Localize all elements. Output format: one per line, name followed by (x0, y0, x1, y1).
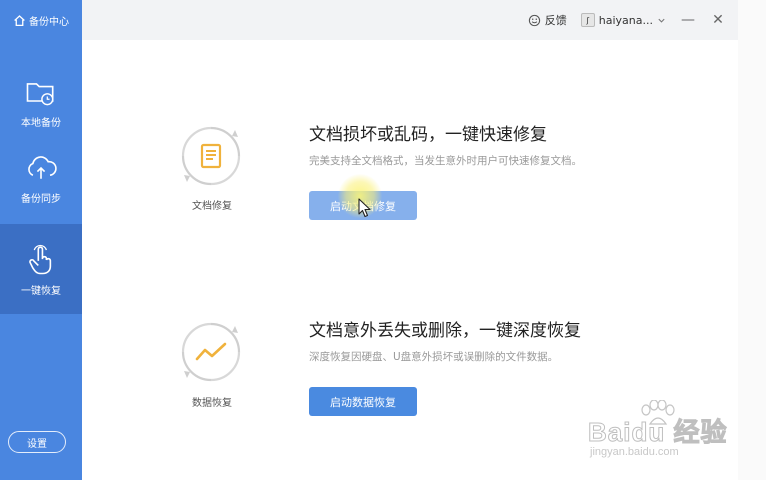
settings-button[interactable]: 设置 (8, 431, 66, 453)
sidebar-item-backup-sync[interactable]: 备份同步 (0, 132, 82, 222)
document-repair-title: 文档损坏或乱码，一键快速修复 (309, 125, 547, 145)
watermark: Baidu 经验 jingyan.baidu.com (586, 400, 736, 464)
document-icon (200, 143, 222, 169)
feedback-button[interactable]: 反馈 (528, 12, 567, 28)
data-recovery-label: 数据恢复 (192, 398, 232, 409)
sidebar-item-label: 备份同步 (21, 193, 61, 205)
sidebar: 备份中心 本地备份 备份同步 一键恢复 设置 (0, 0, 82, 480)
document-repair-description: 完美支持全文档格式，当发生意外时用户可快速修复文档。 (309, 155, 582, 167)
trend-line-icon (195, 342, 227, 361)
title-bar: 反馈 ʃ haiyana... — ✕ (82, 0, 738, 40)
feedback-icon (528, 14, 540, 26)
user-menu[interactable]: ʃ haiyana... (580, 13, 666, 27)
avatar: ʃ (580, 13, 595, 27)
home-icon (14, 14, 25, 26)
folder-clock-icon (26, 82, 54, 105)
sidebar-item-label: 一键恢复 (21, 285, 61, 297)
cloud-upload-icon (28, 155, 57, 179)
sidebar-brand: 备份中心 (0, 0, 82, 40)
feedback-label: 反馈 (544, 14, 567, 27)
start-document-repair-button[interactable]: 启动文档修复 (309, 191, 417, 220)
data-recovery-description: 深度恢复因硬盘、U盘意外损坏或误删除的文件数据。 (309, 351, 559, 363)
document-repair-emblem (180, 125, 242, 187)
window-background-strip (738, 0, 766, 480)
document-repair-section: 文档修复 文档损坏或乱码，一键快速修复 完美支持全文档格式，当发生意外时用户可快… (82, 100, 738, 270)
document-repair-label: 文档修复 (192, 201, 232, 212)
start-data-recovery-button[interactable]: 启动数据恢复 (309, 387, 417, 416)
minimize-button[interactable]: — (680, 12, 696, 28)
app-window: 备份中心 本地备份 备份同步 一键恢复 设置 反馈 ʃ haiyana... —… (0, 0, 766, 480)
data-recovery-title: 文档意外丢失或删除，一键深度恢复 (309, 321, 581, 341)
close-button[interactable]: ✕ (710, 12, 726, 28)
sidebar-item-one-click-restore[interactable]: 一键恢复 (0, 224, 82, 314)
username-label: haiyana... (598, 13, 653, 27)
hand-pointer-icon (29, 244, 52, 274)
brand-label: 备份中心 (29, 16, 69, 28)
chevron-down-icon (658, 18, 665, 23)
watermark-url: jingyan.baidu.com (590, 446, 679, 458)
sidebar-item-label: 本地备份 (21, 117, 61, 129)
data-recovery-emblem (180, 321, 242, 383)
watermark-logo: Baidu 经验 (587, 417, 728, 448)
